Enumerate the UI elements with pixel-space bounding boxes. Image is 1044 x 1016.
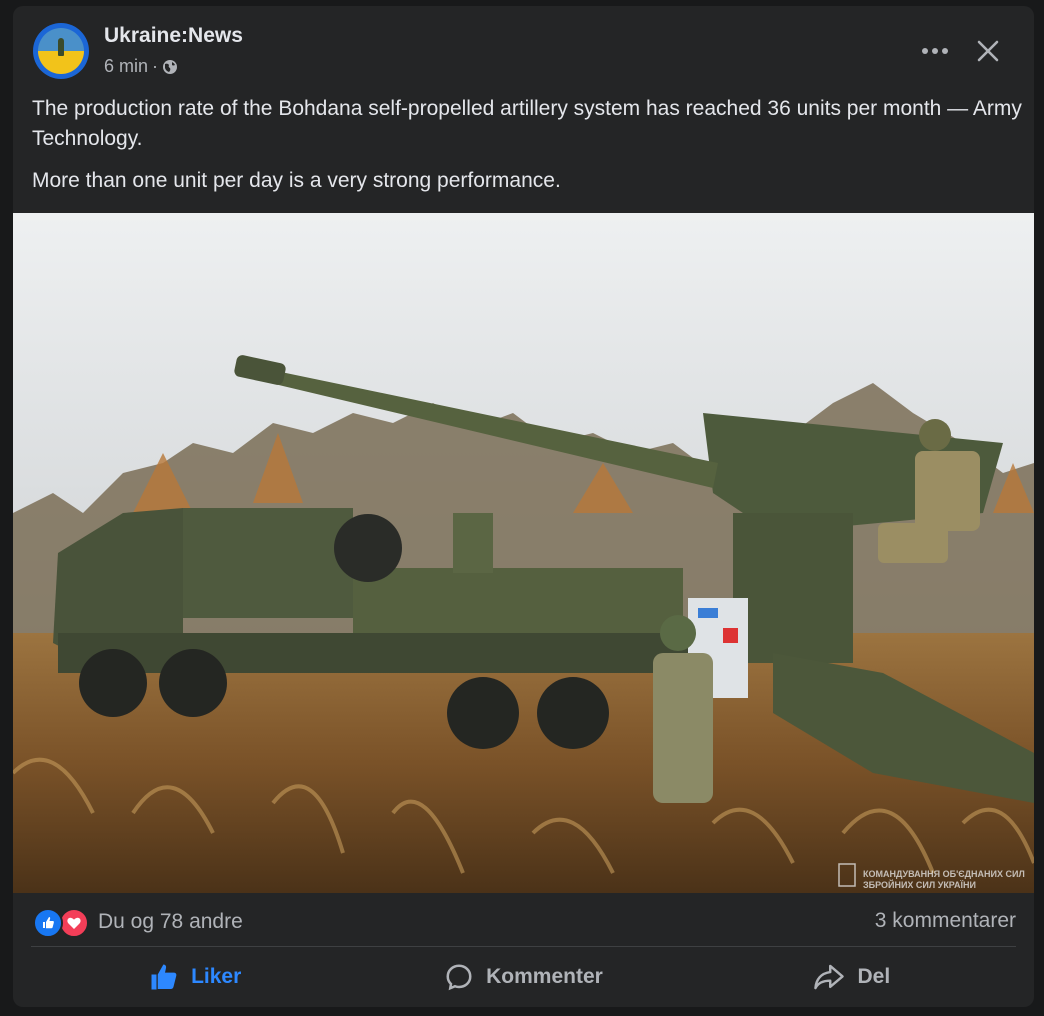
reactions-row: Du og 78 andre 3 kommentarer (13, 896, 1034, 946)
avatar-figure (58, 38, 64, 56)
author-avatar[interactable] (33, 23, 89, 79)
comment-icon (446, 964, 472, 991)
share-button[interactable]: Del (688, 951, 1016, 1003)
post-header: Ukraine:News 6 min · (13, 6, 1034, 86)
globe-icon[interactable] (162, 59, 178, 75)
comments-count[interactable]: 3 kommentarer (875, 909, 1016, 933)
share-label: Del (857, 965, 891, 988)
close-button[interactable] (968, 31, 1008, 71)
meta-separator: · (152, 56, 159, 76)
love-reaction-icon (59, 908, 89, 938)
reactions-summary[interactable]: Du og 78 andre (98, 910, 243, 934)
author-name[interactable]: Ukraine:News (104, 24, 243, 48)
reaction-icons[interactable] (33, 908, 89, 938)
comment-label: Kommenter (486, 965, 603, 988)
post-paragraph-2: More than one unit per day is a very str… (32, 169, 561, 192)
close-icon (977, 40, 999, 62)
post-text: The production rate of the Bohdana self-… (32, 94, 1022, 208)
like-label: Liker (191, 965, 242, 988)
howitzer-photo: КОМАНДУВАННЯ ОБ'ЄДНАНИХ СИЛ ЗБРОЙНИХ СИЛ… (13, 213, 1034, 893)
post-time[interactable]: 6 min (104, 56, 148, 77)
watermark-line-1: КОМАНДУВАННЯ ОБ'ЄДНАНИХ СИЛ (863, 869, 1025, 879)
post-photo[interactable]: КОМАНДУВАННЯ ОБ'ЄДНАНИХ СИЛ ЗБРОЙНИХ СИЛ… (13, 213, 1034, 893)
avatar-image (38, 28, 84, 74)
post-actions: Liker Kommenter Del (31, 951, 1016, 1003)
more-options-button[interactable] (913, 33, 957, 69)
comment-button[interactable]: Kommenter (359, 951, 687, 1003)
post-paragraph-1: The production rate of the Bohdana self-… (32, 97, 1022, 150)
watermark-line-2: ЗБРОЙНИХ СИЛ УКРАЇНИ (863, 879, 976, 890)
more-dots-icon (922, 48, 948, 54)
actions-divider (31, 946, 1016, 947)
like-reaction-icon (33, 908, 63, 938)
share-icon (814, 964, 845, 990)
post-meta: 6 min · (104, 56, 178, 77)
thumbs-up-icon (151, 964, 177, 990)
like-button[interactable]: Liker (31, 951, 359, 1003)
post-card: Ukraine:News 6 min · The production rate… (13, 6, 1034, 1007)
